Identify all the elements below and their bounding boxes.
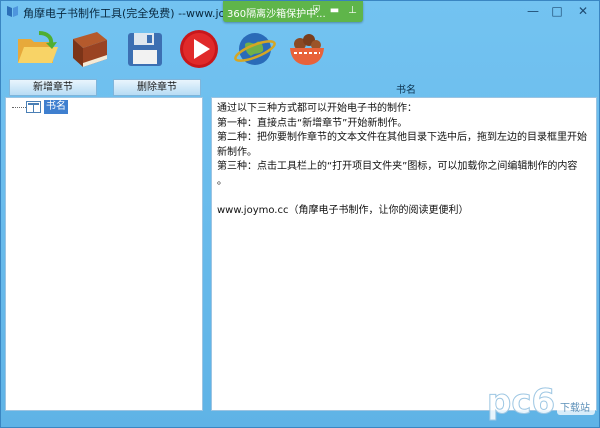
content-editor[interactable]: 通过以下三种方式都可以开始电子书的制作： 第一种：直接点击“新增章节”开始新制作… xyxy=(211,97,597,411)
tree-item-label: 书名 xyxy=(44,100,68,114)
app-logo-icon xyxy=(7,6,18,17)
content-line: 第二种：把你要制作章节的文本文件在其他目录下选中后，拖到左边的目录框里开始 xyxy=(217,132,587,143)
sandbox-pin-icon[interactable]: ⊥ xyxy=(345,4,360,18)
play-icon[interactable] xyxy=(177,27,221,71)
content-title: 书名 xyxy=(396,85,416,96)
svg-text:下载站: 下载站 xyxy=(560,401,590,414)
chapter-tree[interactable]: 书名 xyxy=(5,97,203,411)
minimize-button[interactable]: — xyxy=(521,3,545,21)
content-line: www.joymo.cc（角摩电子书制作，让你的阅读更便利） xyxy=(217,204,469,216)
content-line: 第一种：直接点击“新增章节”开始新制作。 xyxy=(217,117,408,129)
title-bar[interactable]: 角摩电子书制作工具(完全免费) --www.joymo.cc 360隔离沙箱保护… xyxy=(1,1,599,23)
add-chapter-button[interactable]: 新增章节 xyxy=(9,79,97,96)
content-line: 。 xyxy=(217,175,227,187)
sandbox-notice-bar: 360隔离沙箱保护中... ⛨ ▬ ⊥ xyxy=(223,1,363,22)
book-node-icon xyxy=(26,101,41,113)
content-line: 新制作。 xyxy=(217,146,257,158)
folder-open-icon[interactable] xyxy=(15,27,59,71)
app-window: 角摩电子书制作工具(完全免费) --www.joymo.cc 360隔离沙箱保护… xyxy=(0,0,600,428)
close-button[interactable]: ✕ xyxy=(569,3,597,21)
globe-icon[interactable] xyxy=(233,27,277,71)
pc6-watermark-logo: pc6 下载站 xyxy=(487,382,595,421)
floppy-disk-icon[interactable] xyxy=(123,27,167,71)
toolbar xyxy=(1,23,599,73)
sandbox-shield-icon[interactable]: ⛨ xyxy=(309,4,324,18)
maximize-button[interactable]: □ xyxy=(545,3,569,21)
bowl-icon[interactable] xyxy=(285,27,329,71)
content-line: 第三种：点击工具栏上的“打开项目文件夹”图标，可以加载你之间编辑制作的内容 xyxy=(217,161,578,172)
content-line: 通过以下三种方式都可以开始电子书的制作： xyxy=(217,103,417,114)
book-icon[interactable] xyxy=(67,27,111,71)
svg-text:pc6: pc6 xyxy=(487,382,555,421)
tree-connector xyxy=(12,107,26,108)
delete-chapter-button[interactable]: 删除章节 xyxy=(113,79,201,96)
sandbox-folder-icon[interactable]: ▬ xyxy=(327,4,342,18)
